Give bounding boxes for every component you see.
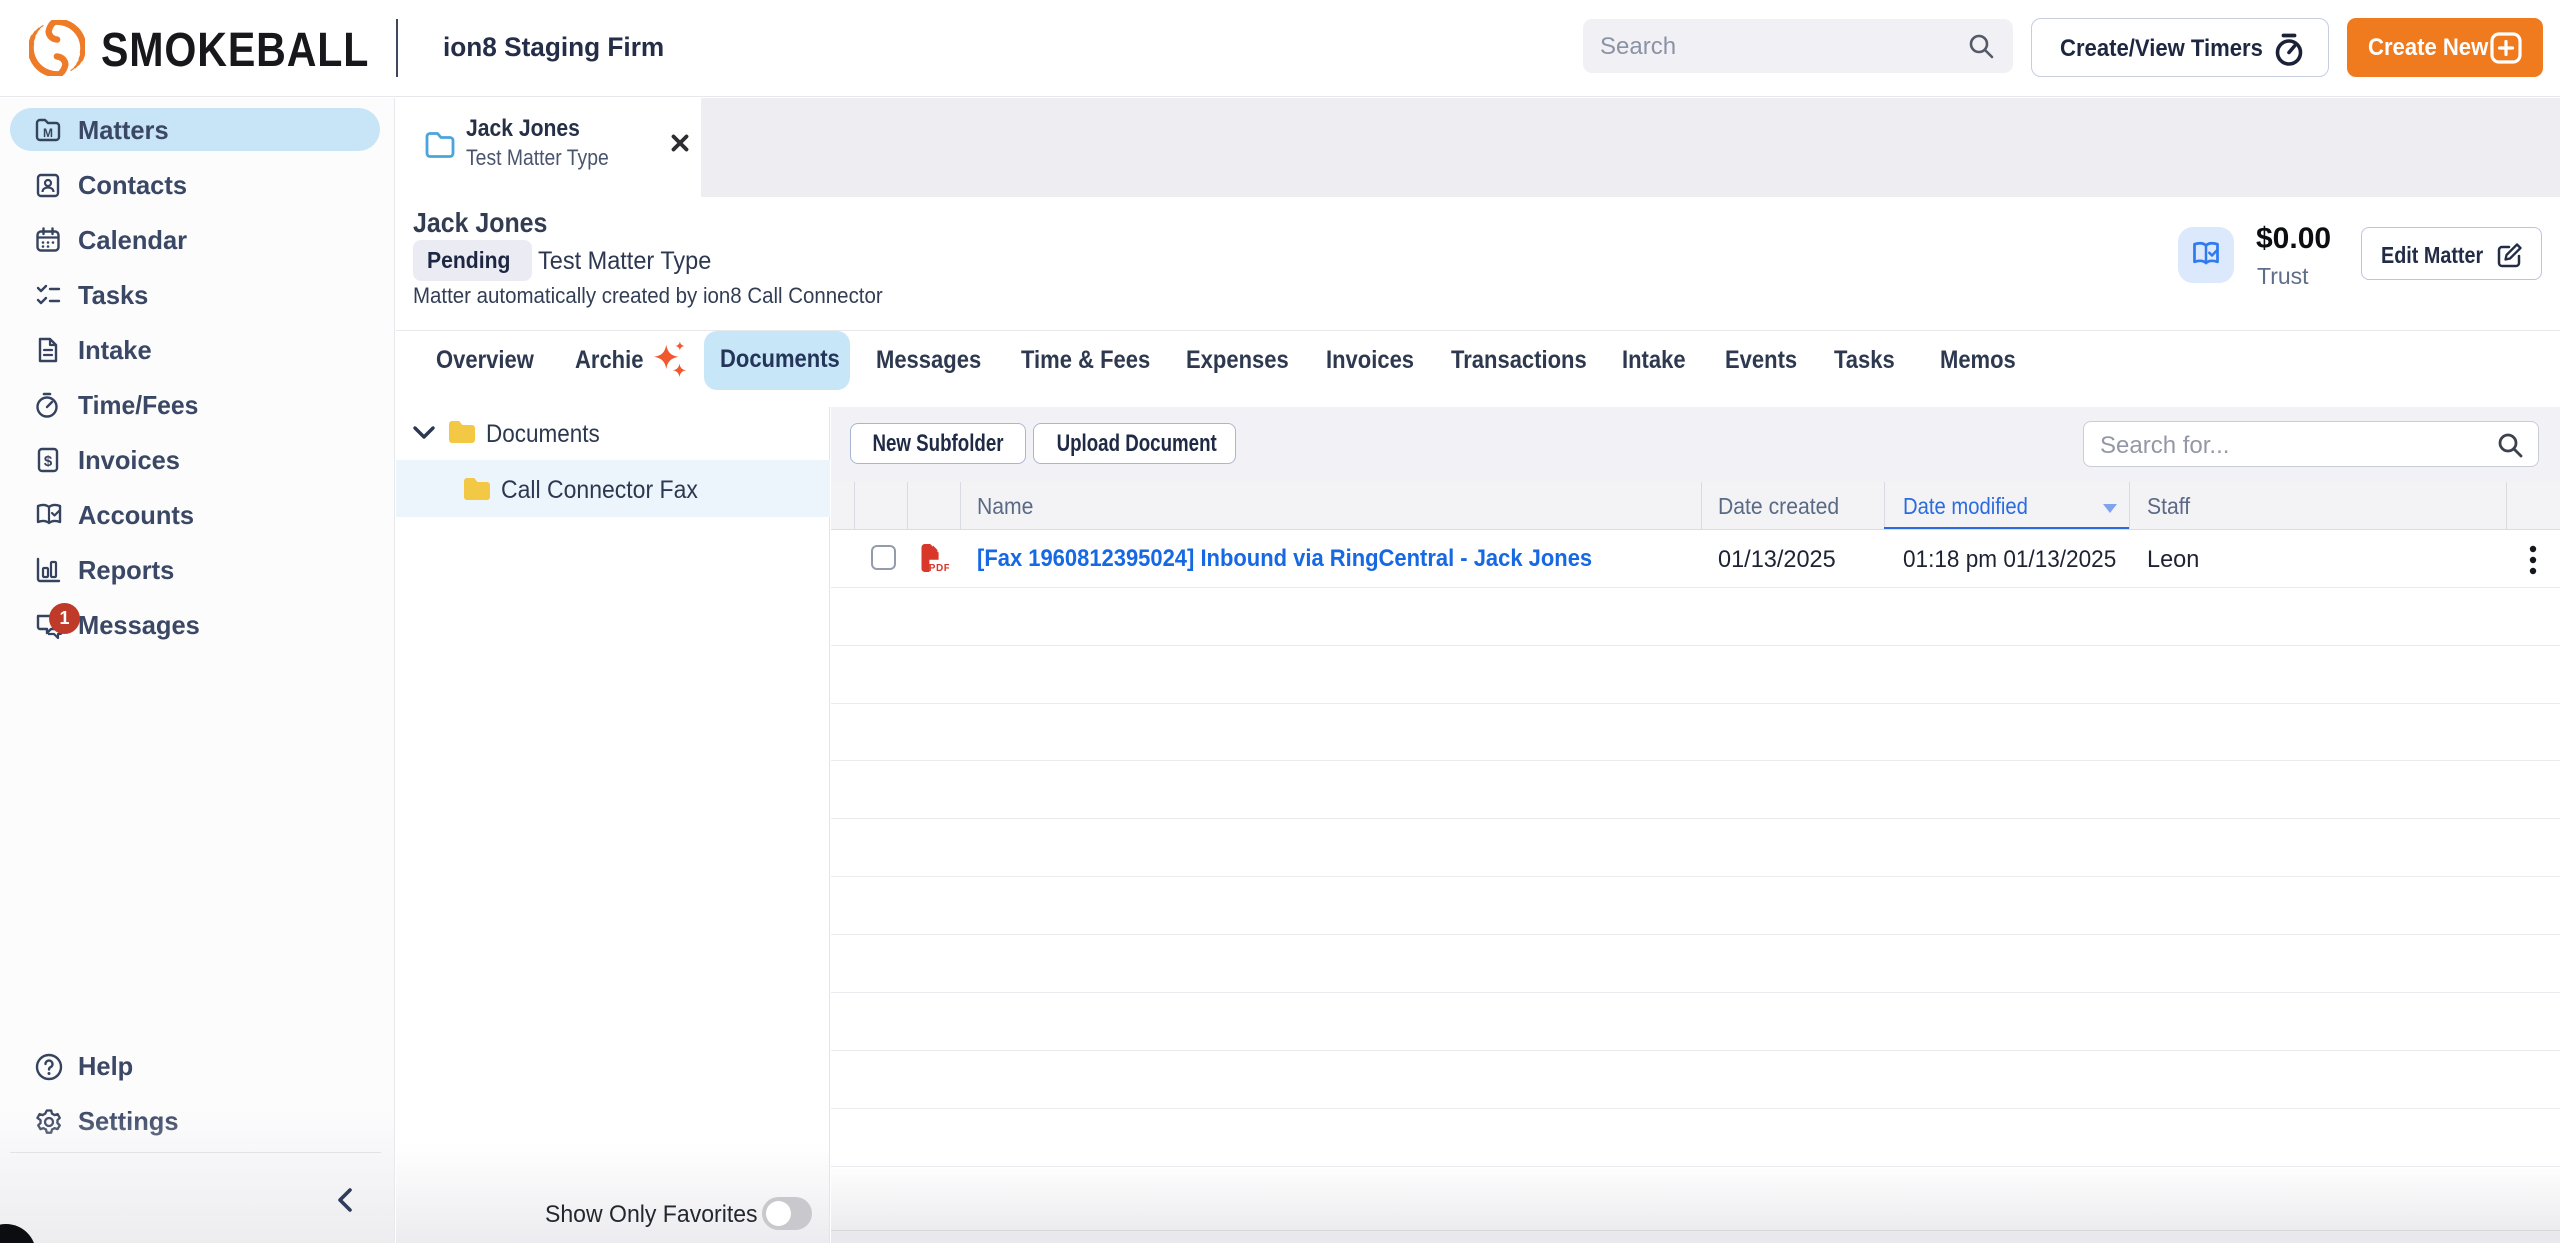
- svg-text:M: M: [43, 126, 53, 140]
- svg-text:$: $: [44, 453, 53, 470]
- svg-text:PDF: PDF: [929, 563, 949, 572]
